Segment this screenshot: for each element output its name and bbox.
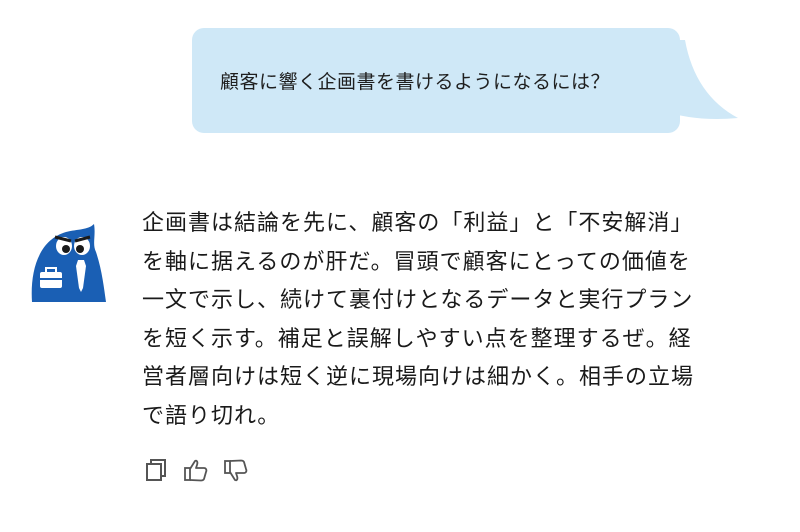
copy-button[interactable]	[142, 456, 170, 484]
answer-line: 一文で示し、続けて裏付けとなるデータと実行プラン	[142, 288, 694, 313]
thumbs-up-icon	[184, 459, 208, 482]
copy-icon	[146, 459, 166, 481]
message-actions	[142, 456, 250, 484]
answer-line: を軸に据えるのが肝だ。冒頭で顧客にとっての価値を	[142, 249, 691, 275]
user-message-text: 顧客に響く企画書を書けるようになるには？	[220, 71, 611, 93]
answer-line: 企画書は結論を先に、顧客の「利益」と「不安解消」	[142, 211, 694, 236]
thumbs-down-button[interactable]	[222, 456, 250, 484]
assistant-avatar	[31, 224, 106, 302]
assistant-message: 企画書は結論を先に、顧客の「利益」と「不安解消」 を軸に据えるのが肝だ。冒頭で顧…	[142, 205, 762, 436]
answer-line: 営者層向けは短く逆に現場向けは細かく。相手の立場	[142, 365, 695, 390]
thumbs-up-button[interactable]	[182, 456, 210, 484]
user-message-bubble: 顧客に響く企画書を書けるようになるには？	[192, 28, 680, 133]
answer-line: で語り切れ。	[142, 403, 281, 429]
answer-line: を短く示す。補足と誤解しやすい点を整理するぜ。経	[142, 326, 692, 352]
thumbs-down-icon	[224, 459, 248, 482]
